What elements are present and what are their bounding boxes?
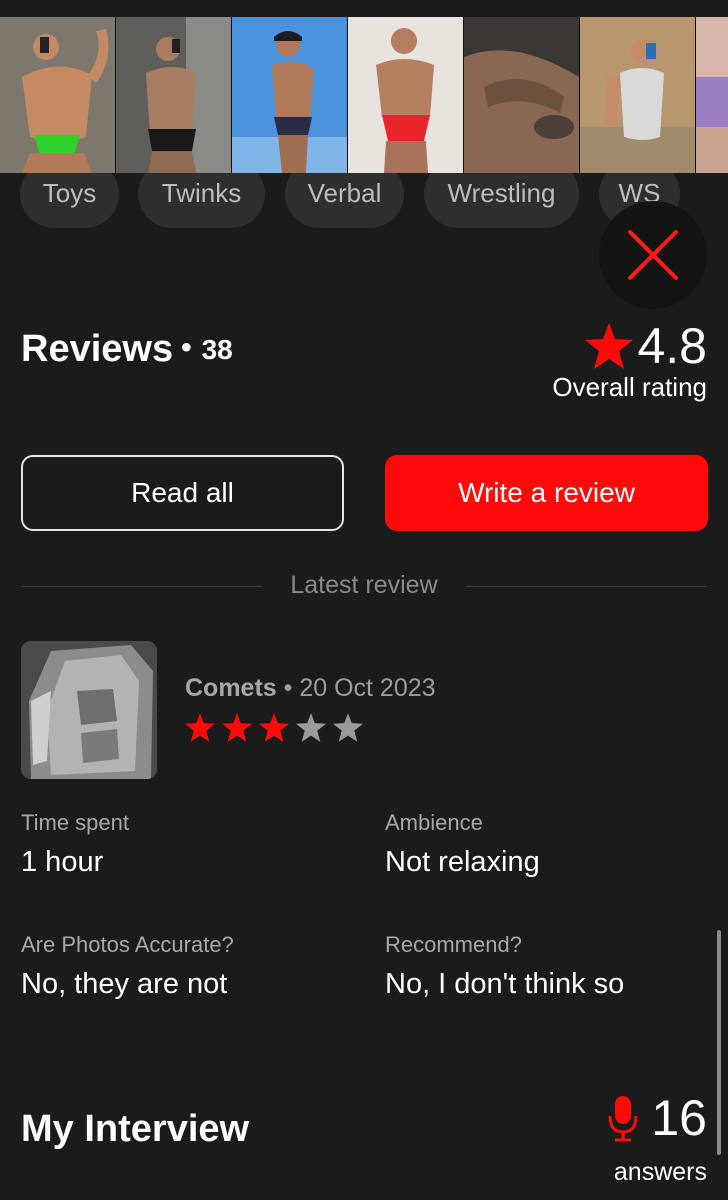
field-value-photos-accurate: No, they are not [21, 968, 228, 1000]
field-label-time-spent: Time spent [21, 810, 130, 835]
photo-thumbnail-6[interactable] [580, 17, 695, 173]
star-filled-icon [259, 713, 289, 742]
photo-figure-7 [696, 17, 728, 173]
reviews-count: 38 [201, 334, 233, 365]
tag-label: Wrestling [447, 178, 556, 208]
field-label-ambience: Ambience [385, 810, 483, 835]
photo-thumbnail-2[interactable] [116, 17, 231, 173]
review-star-rating [185, 713, 363, 742]
photo-thumbnail-5[interactable] [464, 17, 579, 173]
reviews-title: Reviews [21, 328, 174, 370]
read-all-button[interactable]: Read all [21, 455, 344, 531]
star-filled-icon [185, 713, 215, 742]
interview-answers[interactable]: 16 answers [607, 1088, 707, 1187]
answers-label: answers [613, 1158, 707, 1186]
field-value-ambience: Not relaxing [385, 846, 540, 878]
photo-figure-1 [0, 17, 115, 173]
field-label-recommend: Recommend? [385, 932, 522, 957]
write-review-button[interactable]: Write a review [385, 455, 708, 531]
tag-label: Twinks [161, 178, 242, 208]
photo-figure-3 [232, 17, 347, 173]
review-date: 20 Oct 2023 [299, 674, 436, 702]
field-value-recommend: No, I don't think so [385, 968, 625, 1000]
photo-thumbnail-3[interactable] [232, 17, 347, 173]
scrollbar[interactable] [717, 930, 721, 1155]
rating-label: Overall rating [552, 372, 707, 402]
photo-thumbnail-1[interactable] [0, 17, 115, 173]
photo-thumbnail-4[interactable] [348, 17, 463, 173]
microphone-icon [608, 1096, 638, 1142]
star-empty-icon [296, 713, 326, 742]
star-icon [585, 323, 634, 369]
photo-figure-6 [580, 17, 695, 173]
photo-thumbnail-7[interactable] [696, 17, 728, 173]
close-button[interactable] [599, 201, 707, 309]
reviews-heading: Reviews • 38 [21, 328, 233, 371]
star-filled-icon [222, 713, 252, 742]
close-icon [628, 230, 678, 280]
field-label-photos-accurate: Are Photos Accurate? [21, 932, 234, 957]
reviewer-avatar[interactable] [21, 641, 157, 779]
rating-value: 4.8 [637, 318, 707, 374]
photo-figure-4 [348, 17, 463, 173]
overall-rating: 4.8 Overall rating [552, 318, 707, 403]
star-empty-icon [333, 713, 363, 742]
tag-label: Verbal [307, 178, 382, 208]
tag-label: Toys [42, 178, 97, 208]
reviewer-name[interactable]: Comets [185, 674, 277, 702]
separator-dot: • [181, 331, 192, 364]
meta-separator: • [276, 674, 300, 702]
photo-figure-5 [464, 17, 579, 173]
answers-count: 16 [651, 1090, 707, 1146]
field-value-time-spent: 1 hour [21, 846, 104, 878]
reviewer-meta: Comets • 20 Oct 2023 [185, 674, 436, 703]
latest-review-label: Latest review [290, 571, 438, 599]
avatar-image [21, 641, 157, 779]
photo-gallery-strip[interactable] [0, 0, 728, 173]
photo-figure-2 [116, 17, 231, 173]
interview-heading: My Interview [21, 1108, 250, 1150]
